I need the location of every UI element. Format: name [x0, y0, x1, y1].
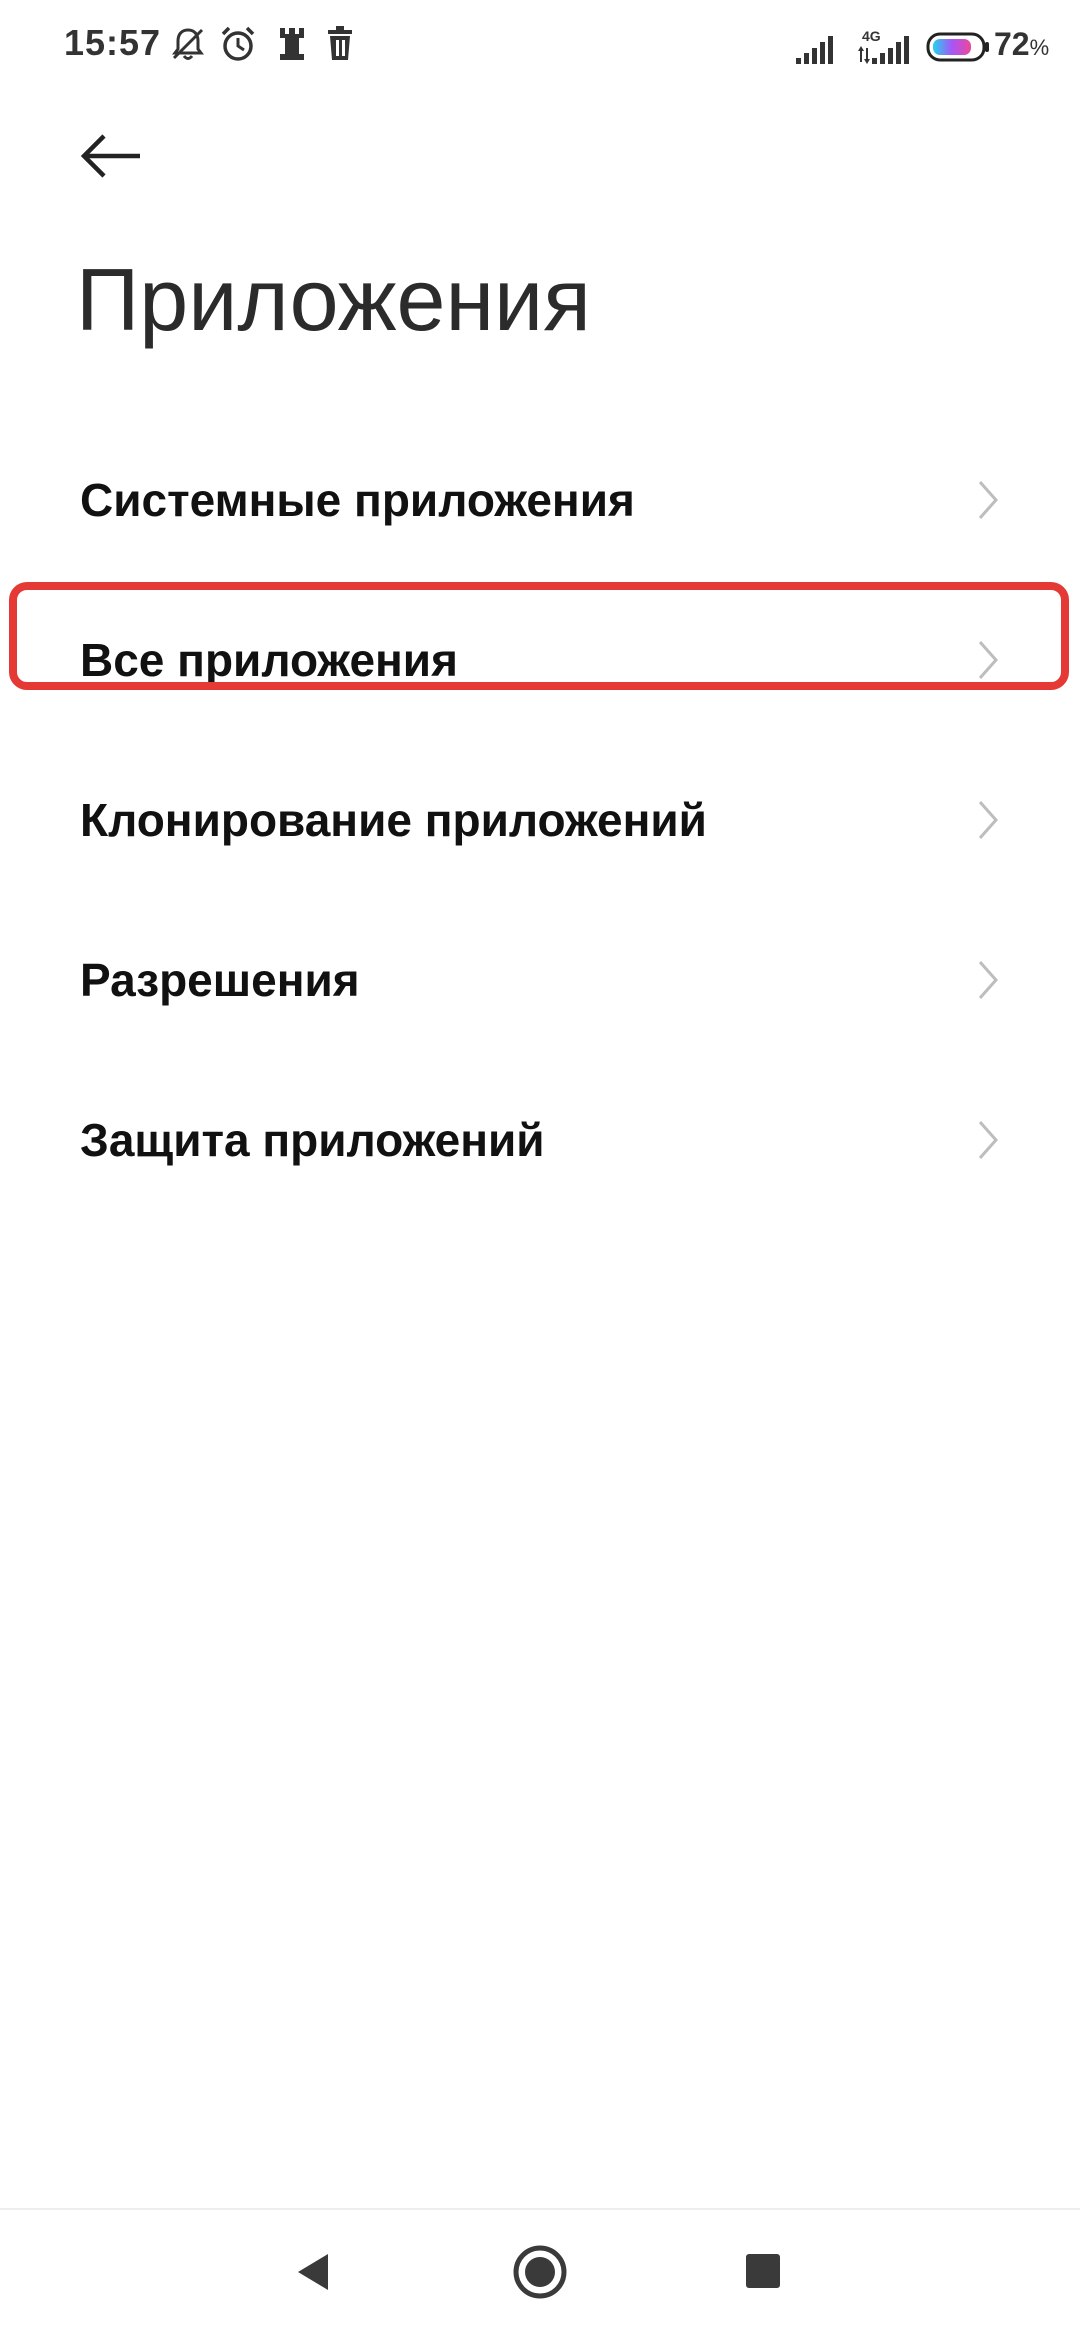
data-arrows-icon	[858, 46, 870, 69]
menu-item-label: Системные приложения	[80, 474, 635, 526]
status-time: 15:57	[64, 22, 162, 63]
status-bar: 15:57 4G 72%	[0, 0, 1080, 96]
menu-item-dual-apps[interactable]: Клонирование приложений	[0, 740, 1080, 900]
alarm-icon	[218, 24, 258, 69]
menu-item-system-apps[interactable]: Системные приложения	[0, 420, 1080, 580]
menu-item-app-lock[interactable]: Защита приложений	[0, 1060, 1080, 1220]
settings-menu-list: Системные приложения Все приложения Клон…	[0, 420, 1080, 1220]
menu-item-permissions[interactable]: Разрешения	[0, 900, 1080, 1060]
battery-level: 72%	[994, 26, 1049, 63]
menu-item-label: Разрешения	[80, 954, 360, 1006]
settings-screen: 15:57 4G 72% Приложения Системные прилож…	[0, 0, 1080, 2340]
mute-notifications-icon	[168, 24, 208, 69]
back-button[interactable]	[76, 126, 156, 186]
battery-percent-unit: %	[1029, 35, 1050, 60]
menu-item-all-apps[interactable]: Все приложения	[0, 580, 1080, 740]
page-title: Приложения	[76, 250, 591, 349]
rook-icon	[276, 24, 308, 69]
nav-back-button[interactable]	[274, 2232, 354, 2312]
trash-icon	[324, 24, 356, 69]
battery-icon	[926, 30, 990, 69]
back-triangle-icon	[298, 2254, 328, 2290]
battery-percent-value: 72	[994, 26, 1030, 62]
chevron-right-icon	[978, 1121, 999, 1159]
arrow-left-icon	[80, 134, 140, 178]
menu-item-label: Защита приложений	[80, 1114, 545, 1166]
signal-icon	[796, 34, 838, 69]
chevron-right-icon	[978, 481, 999, 519]
signal-4g-icon	[872, 34, 914, 69]
menu-item-label: Все приложения	[80, 634, 458, 686]
chevron-right-icon	[978, 641, 999, 679]
recents-square-icon	[746, 2254, 780, 2288]
home-circle-icon	[513, 2245, 567, 2299]
chevron-right-icon	[978, 961, 999, 999]
menu-item-label: Клонирование приложений	[80, 794, 707, 846]
nav-home-button[interactable]	[500, 2232, 580, 2312]
nav-recents-button[interactable]	[724, 2232, 804, 2312]
chevron-right-icon	[978, 801, 999, 839]
system-nav-bar	[0, 2210, 1080, 2340]
